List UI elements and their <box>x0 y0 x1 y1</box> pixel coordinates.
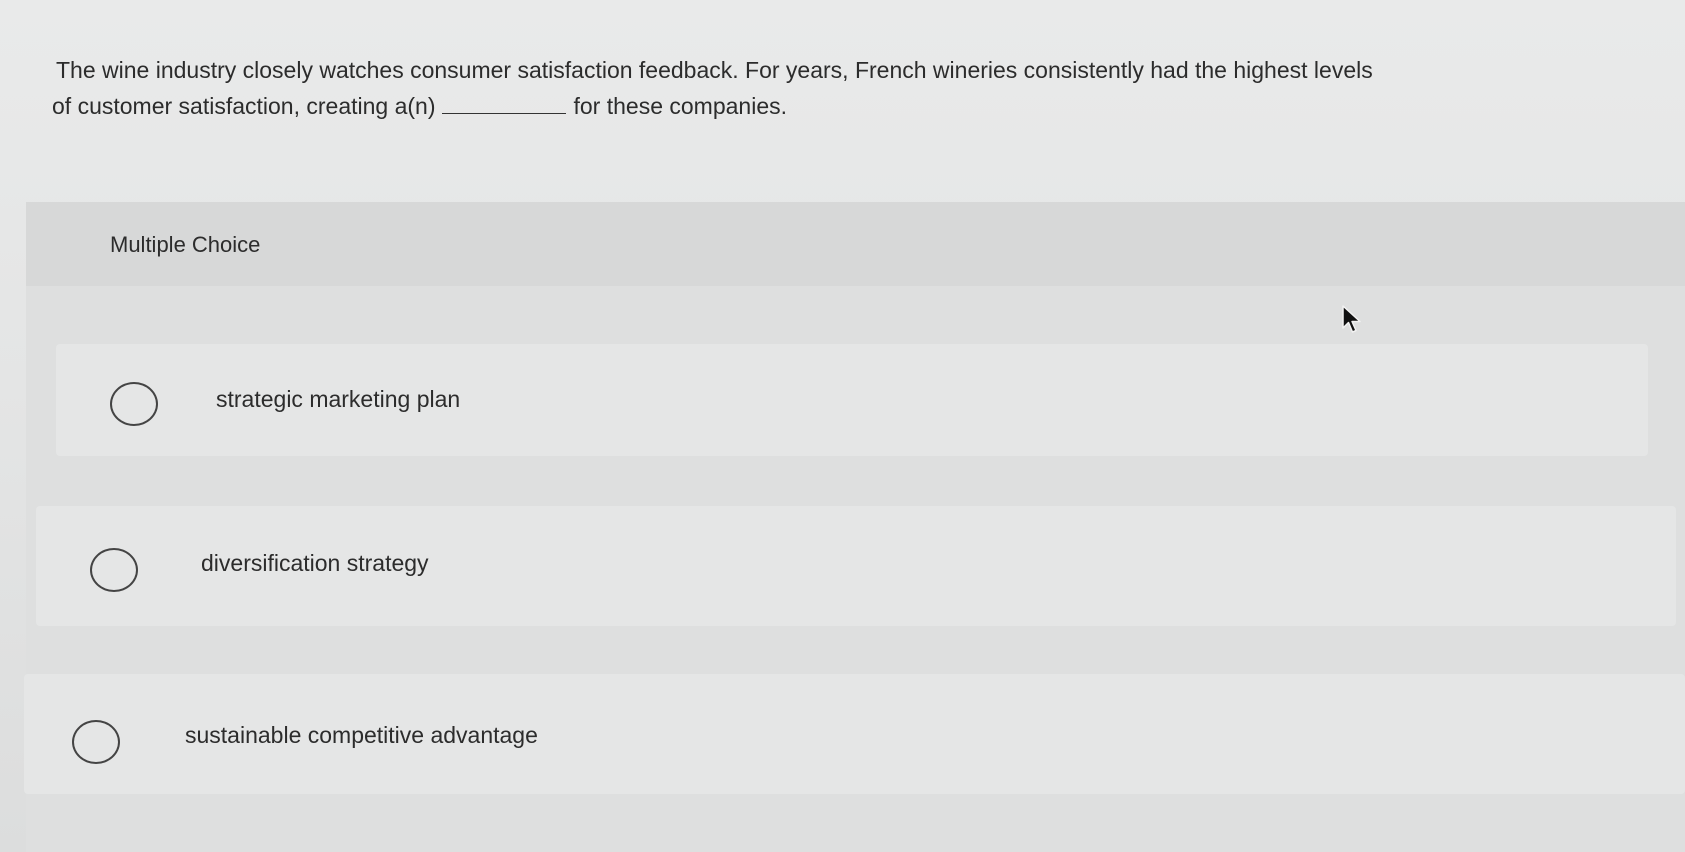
multiple-choice-label: Multiple Choice <box>110 232 261 257</box>
question-line-1: The wine industry closely watches consum… <box>56 57 1373 83</box>
choice-label: strategic marketing plan <box>216 386 461 412</box>
choice-option-strategic-marketing-plan[interactable]: strategic marketing plan <box>56 344 1648 456</box>
radio-unchecked-icon[interactable] <box>90 548 138 592</box>
question-line-2: of customer satisfaction, creating a(n) f… <box>52 88 1636 124</box>
mouse-pointer-icon <box>1342 305 1361 333</box>
choice-label: sustainable competitive advantage <box>185 722 538 748</box>
radio-unchecked-icon[interactable] <box>72 720 120 764</box>
radio-unchecked-icon[interactable] <box>110 382 158 426</box>
question-text-after-blank: for these companies. <box>573 93 788 119</box>
choice-option-diversification-strategy[interactable]: diversification strategy <box>36 506 1676 626</box>
question-text: The wine industry closely watches consum… <box>52 52 1636 124</box>
multiple-choice-header: Multiple Choice <box>26 202 1685 286</box>
choice-option-sustainable-competitive-advantage[interactable]: sustainable competitive advantage <box>24 674 1685 794</box>
question-text-before-blank: of customer satisfaction, creating a(n) <box>52 93 436 119</box>
answer-blank <box>441 112 566 114</box>
choice-label: diversification strategy <box>201 550 429 576</box>
